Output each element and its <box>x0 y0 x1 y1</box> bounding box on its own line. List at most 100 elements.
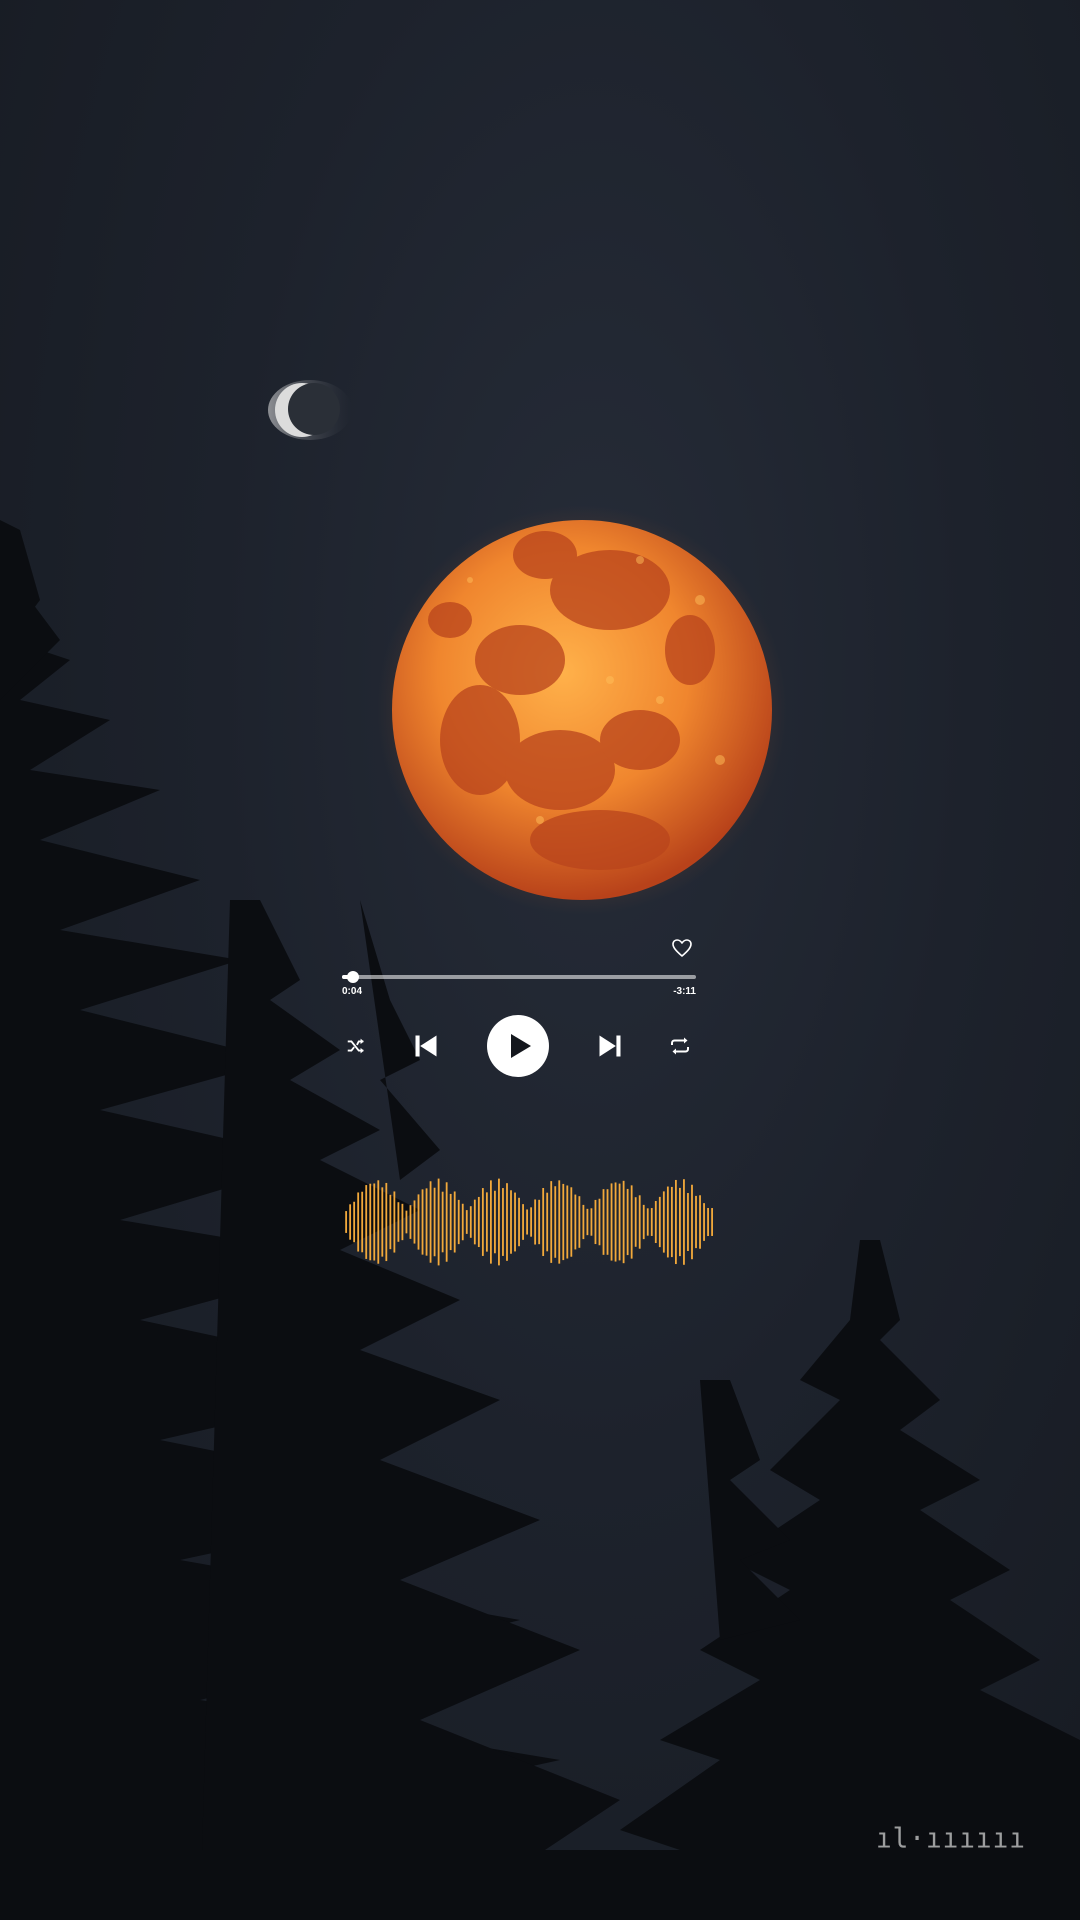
waveform-bar <box>421 1189 424 1255</box>
waveform-bar <box>510 1190 512 1254</box>
waveform-bar <box>445 1182 448 1262</box>
waveform-bar <box>699 1195 701 1249</box>
waveform-bar <box>441 1191 444 1253</box>
shuffle-button[interactable] <box>342 1032 370 1060</box>
waveform-bar <box>695 1195 697 1249</box>
waveform-bar <box>594 1199 597 1245</box>
waveform-bar <box>630 1185 633 1259</box>
heart-outline-icon <box>672 939 692 957</box>
waveform-bar <box>618 1183 621 1261</box>
waveform-bar <box>586 1208 589 1236</box>
waveform-bar <box>650 1208 653 1236</box>
waveform-bar <box>449 1193 452 1251</box>
waveform-bar <box>469 1206 472 1238</box>
waveform-bar <box>666 1186 669 1258</box>
waveform-bar <box>703 1203 705 1241</box>
waveform-bar <box>429 1181 432 1263</box>
waveform-bar <box>393 1191 396 1253</box>
waveform-bar <box>365 1185 368 1259</box>
shuffle-icon <box>347 1038 364 1054</box>
waveform-bar <box>494 1190 496 1254</box>
waveform-bar <box>654 1200 657 1244</box>
waveform-bar <box>674 1179 677 1265</box>
watermark: ıl·ıııııı <box>876 1823 1026 1855</box>
waveform-bar <box>679 1187 681 1257</box>
waveform-bar <box>518 1197 520 1247</box>
waveform-bar <box>349 1204 352 1240</box>
waveform-bar <box>683 1179 685 1265</box>
waveform-bar <box>542 1187 545 1257</box>
waveform-bar <box>381 1187 384 1257</box>
waveform-bar <box>397 1202 400 1242</box>
waveform-bar <box>562 1183 565 1261</box>
waveform-bar <box>489 1180 492 1264</box>
waveform-bar <box>534 1199 537 1245</box>
waveform-bar <box>485 1192 488 1252</box>
waveform-bar <box>514 1192 516 1252</box>
waveform-bar <box>453 1191 456 1253</box>
waveform-bar <box>610 1183 613 1261</box>
waveform-bar <box>626 1188 629 1256</box>
waveform-bar <box>373 1183 376 1261</box>
waveform-bar <box>457 1199 460 1245</box>
waveform-bar <box>566 1185 569 1259</box>
repeat-icon <box>671 1037 689 1055</box>
waveform-bar <box>602 1189 605 1255</box>
waveform-bar <box>634 1197 637 1247</box>
repeat-button[interactable] <box>666 1032 694 1060</box>
waveform-bar <box>477 1196 480 1248</box>
skip-next-icon <box>599 1035 621 1057</box>
waveform-bar <box>481 1188 484 1256</box>
waveform-bar <box>558 1180 561 1264</box>
waveform-bar <box>622 1180 625 1264</box>
elapsed-time: 0:04 <box>342 986 363 997</box>
waveform-bar <box>578 1196 581 1248</box>
waveform-bar <box>590 1208 593 1236</box>
waveform-bar <box>506 1183 508 1261</box>
waveform-bar <box>598 1198 601 1246</box>
waveform-bar <box>498 1178 500 1266</box>
waveform-bar <box>646 1208 649 1236</box>
waveform-bar <box>433 1187 436 1257</box>
waveform-bar <box>606 1189 609 1255</box>
waveform-bar <box>642 1204 645 1240</box>
waveform-bar <box>389 1194 392 1250</box>
waveform-bar <box>385 1182 388 1262</box>
waveform-bar <box>413 1200 416 1244</box>
waveform-bar <box>377 1180 380 1264</box>
like-button[interactable] <box>670 936 694 960</box>
waveform-bar <box>582 1204 585 1240</box>
waveform-bar <box>570 1187 573 1257</box>
music-player-screen: 0:04 -3:11 ıl·ıııııı <box>0 0 1080 1920</box>
waveform-bar <box>691 1184 693 1260</box>
waveform-bar <box>662 1191 665 1253</box>
full-moon <box>377 505 787 915</box>
waveform-bar <box>670 1186 673 1258</box>
waveform-bar <box>574 1194 577 1250</box>
progress-thumb[interactable] <box>346 971 359 983</box>
waveform-bar <box>530 1207 533 1237</box>
waveform-bar <box>687 1193 689 1251</box>
waveform-bar <box>461 1203 464 1241</box>
waveform-bar <box>361 1191 364 1253</box>
waveform-bar <box>353 1201 356 1243</box>
waveform-bar <box>554 1186 557 1258</box>
next-button[interactable] <box>594 1030 626 1062</box>
play-button[interactable] <box>487 1015 549 1077</box>
crescent-moon <box>268 380 352 440</box>
audio-waveform <box>345 1178 713 1266</box>
waveform-bar <box>345 1211 348 1233</box>
waveform-bar <box>437 1178 440 1266</box>
progress-bar[interactable] <box>342 971 696 983</box>
waveform-bar <box>425 1188 428 1256</box>
player-controls: 0:04 -3:11 <box>340 930 696 1090</box>
waveform-bar <box>707 1207 709 1237</box>
waveform-bar <box>538 1199 541 1245</box>
waveform-bar <box>465 1210 468 1234</box>
previous-button[interactable] <box>410 1030 442 1062</box>
waveform-bar <box>473 1199 476 1245</box>
waveform-bar <box>405 1210 408 1234</box>
waveform-bar <box>658 1196 661 1248</box>
waveform-bar <box>357 1192 360 1252</box>
waveform-bar <box>401 1203 404 1241</box>
